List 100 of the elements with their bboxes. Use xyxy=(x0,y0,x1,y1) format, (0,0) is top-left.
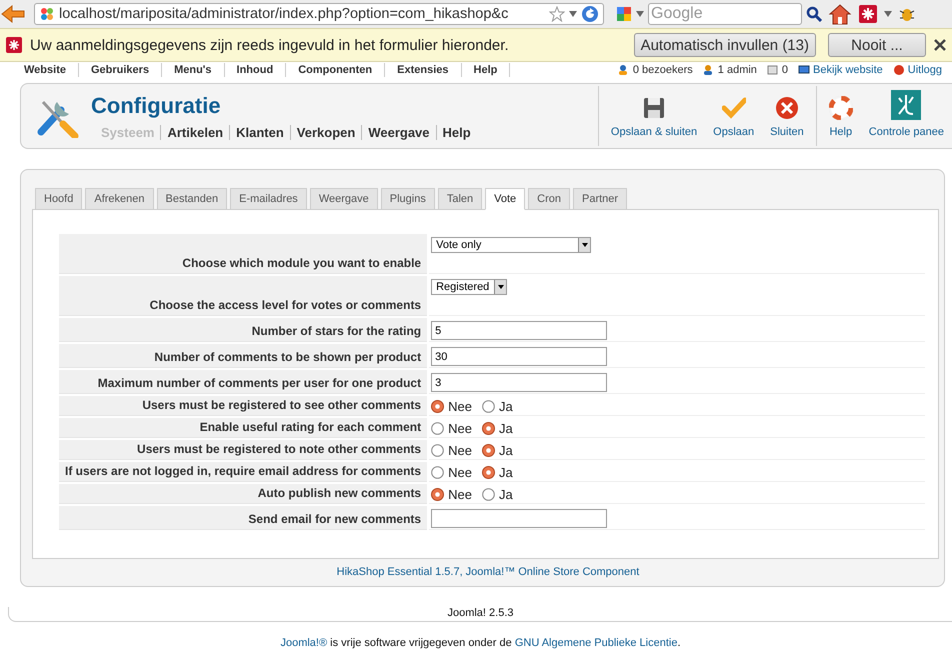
radio-button[interactable] xyxy=(482,466,495,479)
star-icon[interactable] xyxy=(549,6,565,22)
close-icon[interactable] xyxy=(934,39,946,51)
radio-label: Nee xyxy=(448,421,472,436)
status-link[interactable]: Bekijk website xyxy=(813,64,883,76)
radio-button[interactable] xyxy=(482,400,495,413)
admin-menu-item[interactable]: Extensies xyxy=(385,63,462,77)
setting-label: Choose which module you want to enable xyxy=(59,234,428,274)
admin-menu-item[interactable]: Website xyxy=(12,63,79,77)
radio-label: Ja xyxy=(498,443,513,458)
admin-menu-item[interactable]: Gebruikers xyxy=(78,63,162,77)
dropdown[interactable]: Registered xyxy=(431,279,508,295)
tab[interactable]: Weergave xyxy=(310,188,378,210)
text-field[interactable]: 5 xyxy=(431,321,608,340)
radio-button[interactable] xyxy=(482,422,495,435)
toolbar-button[interactable]: Sluiten xyxy=(762,86,812,146)
admin-menu-item[interactable]: Menu's xyxy=(162,63,225,77)
subnav-link[interactable]: Klanten xyxy=(229,124,290,140)
setting-label: Maximum number of comments per user for one product xyxy=(59,370,428,394)
never-button[interactable]: Nooit ... xyxy=(828,33,926,57)
admin-menu-item[interactable]: Componenten xyxy=(286,63,386,77)
autofill-button[interactable]: Automatisch invullen (13) xyxy=(634,33,816,57)
setting-label: Auto publish new comments xyxy=(59,484,428,504)
radio-button[interactable] xyxy=(431,488,444,501)
control-panel-icon xyxy=(891,90,922,120)
toolbar-button[interactable]: Opslaan & sluiten xyxy=(602,86,706,146)
user-icon xyxy=(702,64,715,76)
joomla-favicon-icon xyxy=(39,6,55,22)
toolbar-button[interactable]: Opslaan xyxy=(705,86,762,146)
setting-label: Users must be registered to see other comments xyxy=(59,396,428,416)
google-icon xyxy=(616,6,632,22)
subnav-link[interactable]: Verkopen xyxy=(290,124,362,140)
version-text: Joomla! 2.5.3 xyxy=(446,607,515,619)
status-count: 0 xyxy=(782,64,788,76)
license-link[interactable]: Joomla!® xyxy=(280,637,328,649)
tab[interactable]: E-mailadres xyxy=(230,188,307,210)
text-field[interactable]: 30 xyxy=(431,347,608,366)
license-link[interactable]: GNU Algemene Publieke Licentie xyxy=(514,637,678,649)
text-field[interactable]: 3 xyxy=(431,373,608,392)
tab[interactable]: Partner xyxy=(573,188,628,210)
setting-label: Number of comments to be shown per product xyxy=(59,344,428,368)
radio-button[interactable] xyxy=(482,488,495,501)
reload-icon[interactable] xyxy=(581,5,599,23)
dropdown[interactable]: Vote only xyxy=(431,237,592,253)
url-text: localhost/mariposita/administrator/index.php?option=com_hikashop&c xyxy=(59,6,510,22)
address-bar[interactable]: localhost/mariposita/administrator/index.php?option=com_hikashop&c xyxy=(34,3,604,25)
toolbar-button[interactable]: Controle panee xyxy=(860,86,952,146)
subnav-link[interactable]: Help xyxy=(436,124,477,140)
text-field[interactable] xyxy=(431,509,608,528)
tab[interactable]: Hoofd xyxy=(35,188,82,210)
tab[interactable]: Afrekenen xyxy=(85,188,154,210)
search-icon[interactable] xyxy=(806,6,822,22)
tab[interactable]: Vote xyxy=(485,188,526,210)
radio-label: Nee xyxy=(448,443,472,458)
radio-button[interactable] xyxy=(431,466,444,479)
home-icon[interactable] xyxy=(828,3,852,25)
status-link[interactable]: Uitlogg xyxy=(908,64,942,76)
notification-message: Uw aanmeldingsgegevens zijn reeds ingevuld in het formulier hieronder. xyxy=(30,36,510,54)
radio-button[interactable] xyxy=(431,422,444,435)
monitor-icon xyxy=(798,64,810,76)
radio-label: Ja xyxy=(498,465,513,480)
dropdown-caret-icon xyxy=(582,243,588,247)
dropdown-caret-icon[interactable] xyxy=(884,11,892,17)
component-credit-link[interactable]: HikaShop Essential 1.5.7, Joomla!™ Online Store Component xyxy=(32,559,944,586)
tab[interactable]: Plugins xyxy=(380,188,435,210)
tab[interactable]: Bestanden xyxy=(156,188,228,210)
back-arrow-icon[interactable] xyxy=(0,3,26,25)
radio-button[interactable] xyxy=(431,444,444,457)
close-icon xyxy=(774,96,799,120)
status-count: 1 admin xyxy=(718,64,757,76)
dropdown-caret-icon[interactable] xyxy=(569,11,577,17)
dropdown-caret-icon[interactable] xyxy=(636,11,644,17)
users-icon xyxy=(618,64,630,76)
status-count: 0 bezoekers xyxy=(632,64,693,76)
lifebuoy-icon xyxy=(828,96,853,120)
setting-label: Users must be registered to note other comments xyxy=(59,440,428,460)
toolbar-button[interactable]: Help xyxy=(820,86,861,146)
tab[interactable]: Talen xyxy=(438,188,482,210)
radio-button[interactable] xyxy=(431,400,444,413)
subnav-link[interactable]: Artikelen xyxy=(160,124,230,140)
radio-label: Ja xyxy=(498,487,513,502)
radio-label: Ja xyxy=(498,421,513,436)
setting-label: If users are not logged in, require email address for comments xyxy=(59,462,428,482)
radio-button[interactable] xyxy=(482,444,495,457)
radio-label: Ja xyxy=(498,399,513,414)
subnav-link[interactable]: Weergave xyxy=(361,124,436,140)
admin-menu-item[interactable]: Inhoud xyxy=(224,63,286,77)
checkmark-icon xyxy=(722,96,746,120)
setting-label: Send email for new comments xyxy=(59,506,428,530)
radio-label: Nee xyxy=(448,399,472,414)
tab[interactable]: Cron xyxy=(528,188,570,210)
radio-label: Nee xyxy=(448,487,472,502)
radio-label: Nee xyxy=(448,465,472,480)
setting-label: Number of stars for the rating xyxy=(59,318,428,342)
admin-menu-item[interactable]: Help xyxy=(462,63,510,77)
setting-label: Choose the access level for votes or comments xyxy=(59,276,428,316)
setting-label: Enable useful rating for each comment xyxy=(59,418,428,438)
dropdown-caret-icon xyxy=(498,285,504,289)
license-text: Joomla!® is vrije software vrijgegeven onder de GNU Algemene Publieke Licentie. xyxy=(279,637,682,649)
search-field[interactable]: Google xyxy=(648,3,802,25)
